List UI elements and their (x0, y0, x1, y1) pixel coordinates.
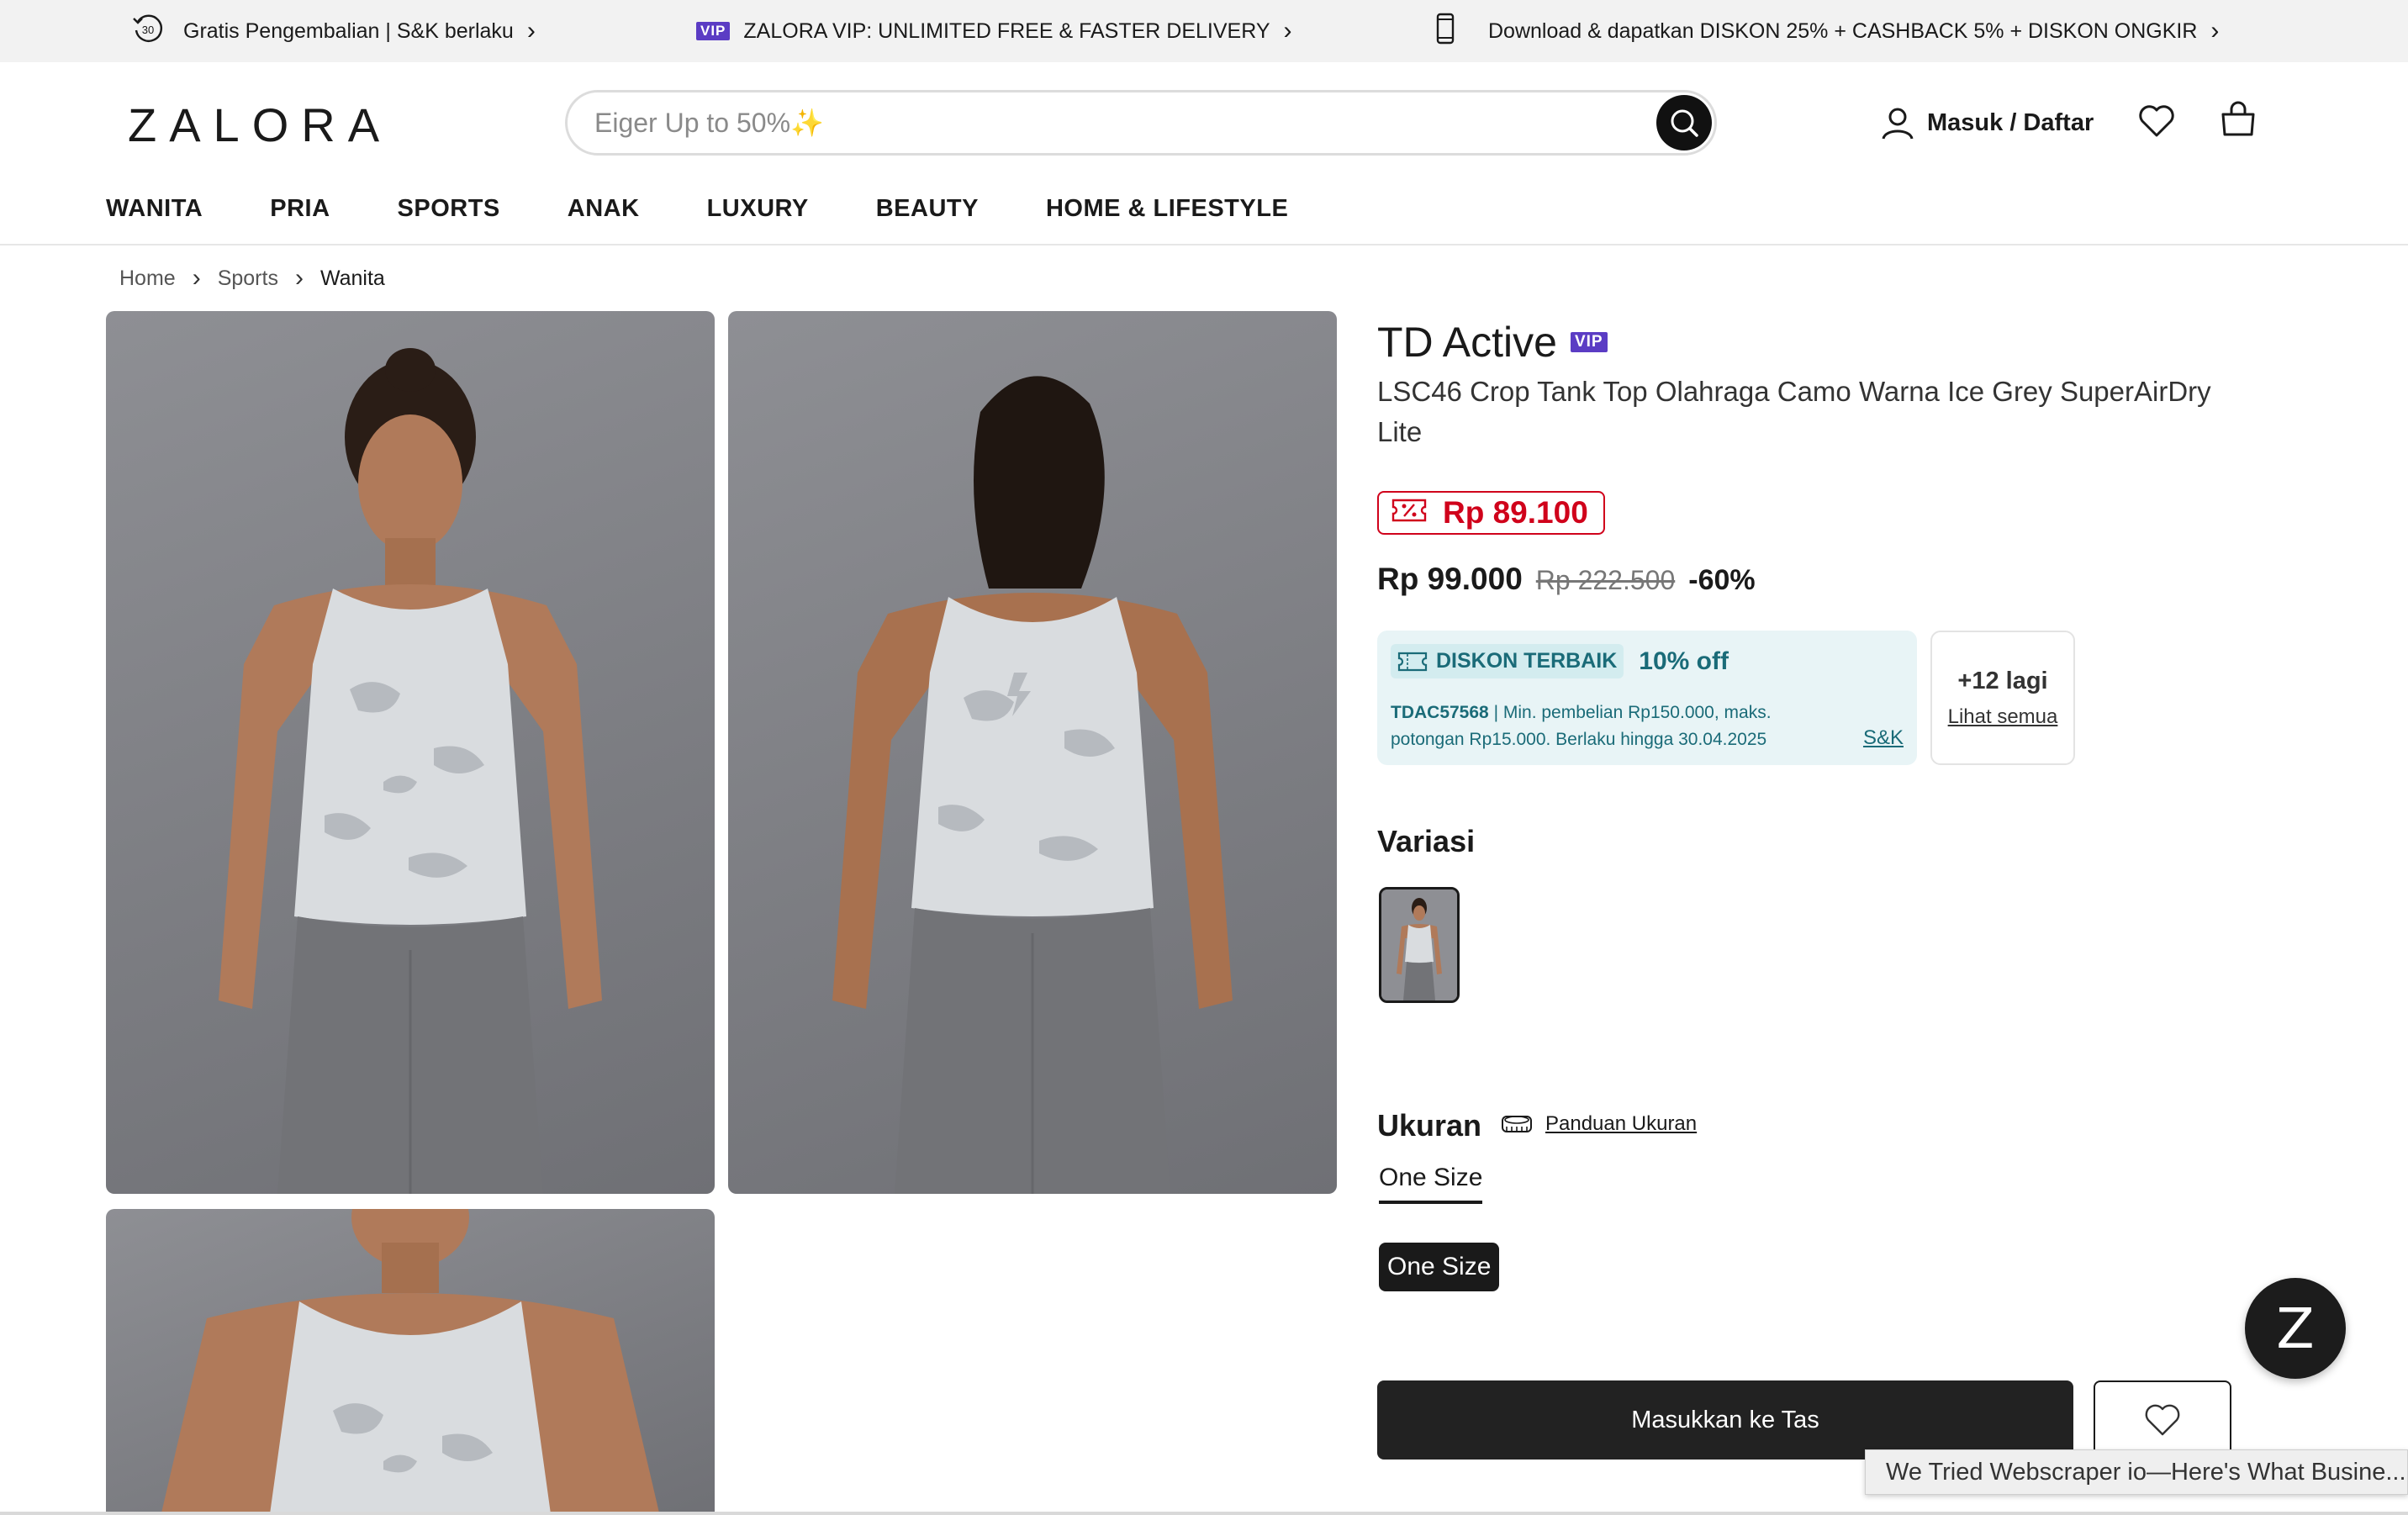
promo-app-text: Download & dapatkan DISKON 25% + CASHBAC… (1488, 18, 2198, 43)
chevron-right-icon: › (1283, 17, 1292, 45)
ticket-icon (1397, 652, 1428, 671)
product-photo-detail[interactable] (106, 1209, 715, 1515)
user-icon (1882, 108, 1914, 140)
size-guide-label: Panduan Ukuran (1545, 1112, 1698, 1135)
nav-item-beauty[interactable]: BEAUTY (876, 195, 979, 223)
voucher-price: Rp 89.100 (1443, 495, 1588, 530)
promo-returns[interactable]: 30 Gratis Pengembalian | S&K berlaku › (131, 0, 536, 62)
deal-terms-link[interactable]: S&K (1863, 726, 1904, 750)
vip-badge: VIP (696, 22, 731, 40)
product-photo-front[interactable] (106, 311, 715, 1194)
best-discount-card[interactable]: DISKON TERBAIK 10% off TDAC57568 | Min. … (1377, 631, 1917, 765)
product-photo-back[interactable] (728, 311, 1337, 1194)
header-account: Masuk / Daftar (1880, 98, 2094, 148)
size-title: Ukuran (1377, 1108, 1482, 1143)
original-price: Rp 222.500 (1535, 565, 1676, 595)
return-30-icon: 30 (131, 12, 165, 51)
current-price: Rp 99.000 (1377, 562, 1523, 596)
promo-vip-text: ZALORA VIP: UNLIMITED FREE & FASTER DELI… (743, 18, 1270, 43)
more-deals-count: +12 lagi (1957, 667, 2048, 694)
size-guide-link[interactable]: Panduan Ukuran (1500, 1111, 1697, 1137)
login-label: Masuk / Daftar (1927, 108, 2094, 136)
voucher-percent-icon (1391, 495, 1428, 531)
deal-tag-label: DISKON TERBAIK (1436, 649, 1618, 673)
chevron-right-icon: › (2210, 17, 2220, 45)
shopping-bag-icon (2221, 101, 2255, 136)
breadcrumb-chevron-icon: › (294, 264, 304, 292)
return-30-label: 30 (142, 24, 154, 36)
deal-header: DISKON TERBAIK 10% off (1391, 644, 1729, 678)
tape-measure-icon (1502, 1116, 1532, 1132)
add-to-bag-button[interactable]: Masukkan ke Tas (1377, 1380, 2073, 1460)
nav-divider (0, 244, 2408, 245)
variants-title: Variasi (1377, 824, 1476, 858)
variant-thumbnail[interactable] (1379, 887, 1460, 1003)
discount-percent: -60% (1688, 564, 1756, 596)
see-all-link[interactable]: Lihat semua (1948, 705, 2058, 729)
browser-tooltip: We Tried Webscraper io—Here's What Busin… (1865, 1449, 2408, 1495)
promo-vip[interactable]: VIP ZALORA VIP: UNLIMITED FREE & FASTER … (696, 0, 1292, 62)
search-icon (1671, 109, 1698, 137)
chevron-right-icon: › (526, 17, 536, 45)
deal-code: TDAC57568 (1391, 703, 1489, 722)
add-to-wishlist-button[interactable] (2094, 1380, 2231, 1460)
zalora-logo[interactable]: ZALORA (128, 98, 392, 152)
window-bottom-edge (0, 1512, 2408, 1515)
product-name: LSC46 Crop Tank Top Olahraga Camo Warna … (1377, 376, 2211, 447)
brand-name: TD Active (1377, 319, 1557, 366)
deal-description: TDAC57568 | Min. pembelian Rp150.000, ma… (1391, 699, 1828, 753)
breadcrumb-wanita[interactable]: Wanita (320, 267, 385, 291)
search-bar (565, 90, 1717, 156)
size-tab-one-size[interactable]: One Size (1379, 1164, 1483, 1204)
promo-app[interactable]: Download & dapatkan DISKON 25% + CASHBAC… (1431, 0, 2219, 62)
product-brand[interactable]: TD Active VIP (1377, 318, 1608, 367)
search-input[interactable] (568, 92, 1656, 153)
login-button[interactable]: Masuk / Daftar (1880, 105, 2094, 140)
nav-item-wanita[interactable]: WANITA (106, 195, 203, 223)
breadcrumb-sports[interactable]: Sports (218, 267, 278, 291)
breadcrumb-chevron-icon: › (192, 264, 201, 292)
nav-item-sports[interactable]: SPORTS (398, 195, 500, 223)
bag-button[interactable] (2220, 101, 2257, 142)
size-option-one-size[interactable]: One Size (1379, 1243, 1500, 1291)
voucher-price-badge: Rp 89.100 (1377, 491, 1605, 535)
main-nav: WANITA PRIA SPORTS ANAK LUXURY BEAUTY HO… (106, 195, 1355, 223)
nav-item-home-lifestyle[interactable]: HOME & LIFESTYLE (1046, 195, 1288, 223)
phone-icon (1431, 12, 1460, 51)
deal-tag: DISKON TERBAIK (1391, 644, 1624, 678)
search-button[interactable] (1656, 95, 1712, 150)
nav-item-anak[interactable]: ANAK (568, 195, 640, 223)
heart-icon (2145, 1404, 2180, 1436)
breadcrumb: Home › Sports › Wanita (119, 264, 385, 293)
breadcrumb-home[interactable]: Home (119, 267, 176, 291)
wishlist-button[interactable] (2138, 104, 2175, 142)
deal-percent: 10% off (1639, 647, 1729, 675)
promo-returns-text: Gratis Pengembalian | S&K berlaku (183, 18, 514, 43)
more-deals-card[interactable]: +12 lagi Lihat semua (1930, 631, 2075, 765)
heart-icon (2139, 105, 2174, 137)
vip-badge: VIP (1570, 332, 1608, 352)
nav-item-pria[interactable]: PRIA (270, 195, 330, 223)
nav-item-luxury[interactable]: LUXURY (707, 195, 809, 223)
price-row: Rp 99.000 Rp 222.500 -60% (1377, 562, 1756, 597)
promo-bar: 30 Gratis Pengembalian | S&K berlaku › V… (0, 0, 2408, 62)
chat-button[interactable]: Z (2245, 1278, 2346, 1379)
